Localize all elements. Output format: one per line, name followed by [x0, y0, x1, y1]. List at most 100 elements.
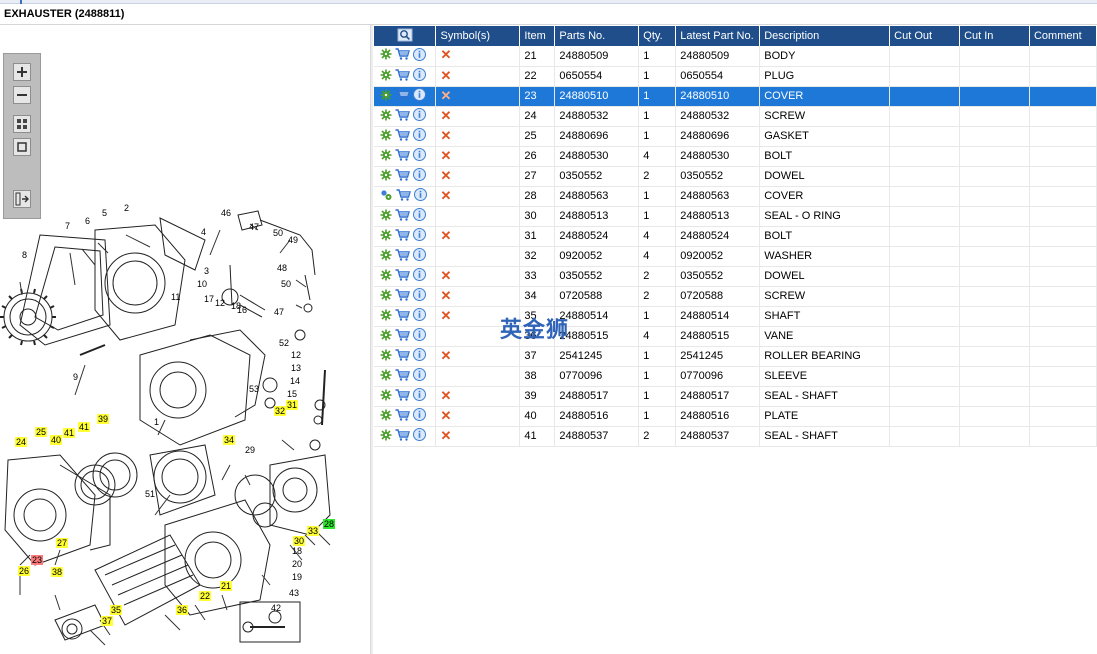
- callout[interactable]: 21: [220, 581, 233, 591]
- configure-button[interactable]: [380, 229, 392, 244]
- callout[interactable]: 35: [110, 605, 123, 615]
- part-info-button[interactable]: [413, 208, 426, 224]
- column-header-latest-part-no[interactable]: Latest Part No.: [675, 26, 761, 46]
- callout[interactable]: 33: [307, 526, 320, 536]
- add-to-cart-button[interactable]: [395, 68, 410, 84]
- part-info-button[interactable]: [413, 148, 426, 164]
- callout[interactable]: 31: [286, 400, 299, 410]
- table-row[interactable]: ✕ 22 0650554 1 0650554 PLUG: [374, 66, 1097, 87]
- callout[interactable]: 12: [290, 350, 302, 360]
- configure-button[interactable]: [380, 249, 392, 264]
- configure-button[interactable]: [380, 269, 392, 284]
- table-row[interactable]: ✕ 35 24880514 1 24880514 SHAFT: [374, 306, 1097, 327]
- table-row[interactable]: ✕ 41 24880537 2 24880537 SEAL - SHAFT: [374, 426, 1097, 447]
- add-to-cart-button[interactable]: [395, 328, 410, 344]
- add-to-cart-button[interactable]: [395, 208, 410, 224]
- column-header-qty[interactable]: Qty.: [638, 26, 677, 46]
- configure-button[interactable]: [380, 48, 392, 63]
- column-header-comment[interactable]: Comment: [1029, 26, 1097, 46]
- part-info-button[interactable]: [413, 248, 426, 264]
- add-to-cart-button[interactable]: [395, 168, 410, 184]
- zoom-in-button[interactable]: [13, 63, 31, 81]
- column-header-cut-out[interactable]: Cut Out: [889, 26, 961, 46]
- configure-button[interactable]: [380, 409, 392, 424]
- part-info-button[interactable]: [413, 288, 426, 304]
- callout[interactable]: 11: [170, 292, 181, 302]
- add-to-cart-button[interactable]: [395, 288, 410, 304]
- callout[interactable]: 20: [291, 559, 303, 569]
- table-row[interactable]: 32 0920052 4 0920052 WASHER: [374, 246, 1097, 267]
- part-info-button[interactable]: [413, 428, 426, 444]
- callout[interactable]: 15: [286, 389, 298, 399]
- callout[interactable]: 13: [290, 363, 302, 373]
- callout[interactable]: 43: [288, 588, 300, 598]
- configure-button[interactable]: [380, 329, 392, 344]
- table-row[interactable]: ✕ 25 24880696 1 24880696 GASKET: [374, 126, 1097, 147]
- part-info-button[interactable]: [413, 47, 426, 64]
- collapse-panel-button[interactable]: [13, 190, 31, 208]
- callout[interactable]: 46: [220, 208, 232, 218]
- add-to-cart-button[interactable]: [395, 368, 410, 384]
- configure-button[interactable]: [380, 169, 392, 184]
- callout[interactable]: 18: [291, 546, 303, 556]
- callout[interactable]: 32: [274, 406, 287, 416]
- column-header-description[interactable]: Description: [759, 26, 891, 46]
- table-row[interactable]: ✕ 39 24880517 1 24880517 SEAL - SHAFT: [374, 386, 1097, 407]
- callout[interactable]: 50: [280, 279, 292, 289]
- table-row[interactable]: ✕ 21 24880509 1 24880509 BODY: [374, 46, 1097, 67]
- add-to-cart-button[interactable]: [395, 348, 410, 364]
- table-row[interactable]: ✕ 34 0720588 2 0720588 SCREW: [374, 286, 1097, 307]
- column-header-tools[interactable]: [374, 26, 437, 46]
- callout[interactable]: 42: [270, 603, 282, 613]
- callout[interactable]: 51: [144, 489, 156, 499]
- add-to-cart-button[interactable]: [395, 88, 410, 104]
- configure-button[interactable]: [380, 349, 392, 364]
- exploded-diagram-pane[interactable]: 2 4 5 6 7 8 3 10 11 17 12 18 16 46 47 50…: [0, 25, 370, 654]
- fit-page-button[interactable]: [13, 115, 31, 133]
- part-info-button[interactable]: [413, 368, 426, 384]
- add-to-cart-button[interactable]: [396, 188, 411, 204]
- callout[interactable]: 38: [51, 567, 64, 577]
- table-row[interactable]: 38 0770096 1 0770096 SLEEVE: [374, 366, 1097, 387]
- callout[interactable]: 7: [64, 221, 71, 231]
- callout[interactable]: 41: [78, 422, 91, 432]
- column-header-parts-no[interactable]: Parts No.: [554, 26, 640, 46]
- add-to-cart-button[interactable]: [395, 128, 410, 144]
- part-info-button[interactable]: [413, 388, 426, 404]
- callout[interactable]: 41: [63, 428, 76, 438]
- column-header-symbols[interactable]: Symbol(s): [435, 26, 521, 46]
- configure-button[interactable]: [380, 69, 392, 84]
- table-row[interactable]: 36 24880515 4 24880515 VANE: [374, 326, 1097, 347]
- callout[interactable]: 37: [101, 616, 114, 626]
- configure-button[interactable]: [380, 389, 392, 404]
- part-info-button[interactable]: [413, 88, 426, 104]
- configure-button[interactable]: [380, 109, 392, 124]
- configure-button[interactable]: [380, 429, 392, 444]
- callout[interactable]: 30: [293, 536, 306, 546]
- table-row[interactable]: ✕ 26 24880530 4 24880530 BOLT: [374, 146, 1097, 167]
- callout[interactable]: 10: [196, 279, 208, 289]
- callout[interactable]: 34: [223, 435, 236, 445]
- table-row[interactable]: ✕ 40 24880516 1 24880516 PLATE: [374, 406, 1097, 427]
- callout[interactable]: 23: [31, 555, 44, 565]
- column-header-item[interactable]: Item: [519, 26, 556, 46]
- callout[interactable]: 48: [276, 263, 288, 273]
- part-info-button[interactable]: [413, 68, 426, 84]
- callout[interactable]: 29: [244, 445, 256, 455]
- add-to-cart-button[interactable]: [395, 428, 410, 444]
- add-to-cart-button[interactable]: [395, 108, 410, 124]
- table-row[interactable]: ✕ 23 24880510 1 24880510 COVER: [374, 86, 1097, 107]
- add-to-cart-button[interactable]: [395, 48, 410, 63]
- callout[interactable]: 1: [153, 417, 160, 427]
- callout[interactable]: 9: [72, 372, 79, 382]
- callout[interactable]: 8: [21, 250, 28, 260]
- configure-button[interactable]: [380, 89, 392, 104]
- callout[interactable]: 27: [56, 538, 69, 548]
- callout[interactable]: 24: [15, 437, 28, 447]
- actual-size-button[interactable]: [13, 138, 31, 156]
- part-info-button[interactable]: [414, 188, 427, 204]
- callout[interactable]: 47: [248, 222, 260, 232]
- part-info-button[interactable]: [413, 128, 426, 144]
- callout[interactable]: 14: [289, 376, 301, 386]
- add-to-cart-button[interactable]: [395, 268, 410, 284]
